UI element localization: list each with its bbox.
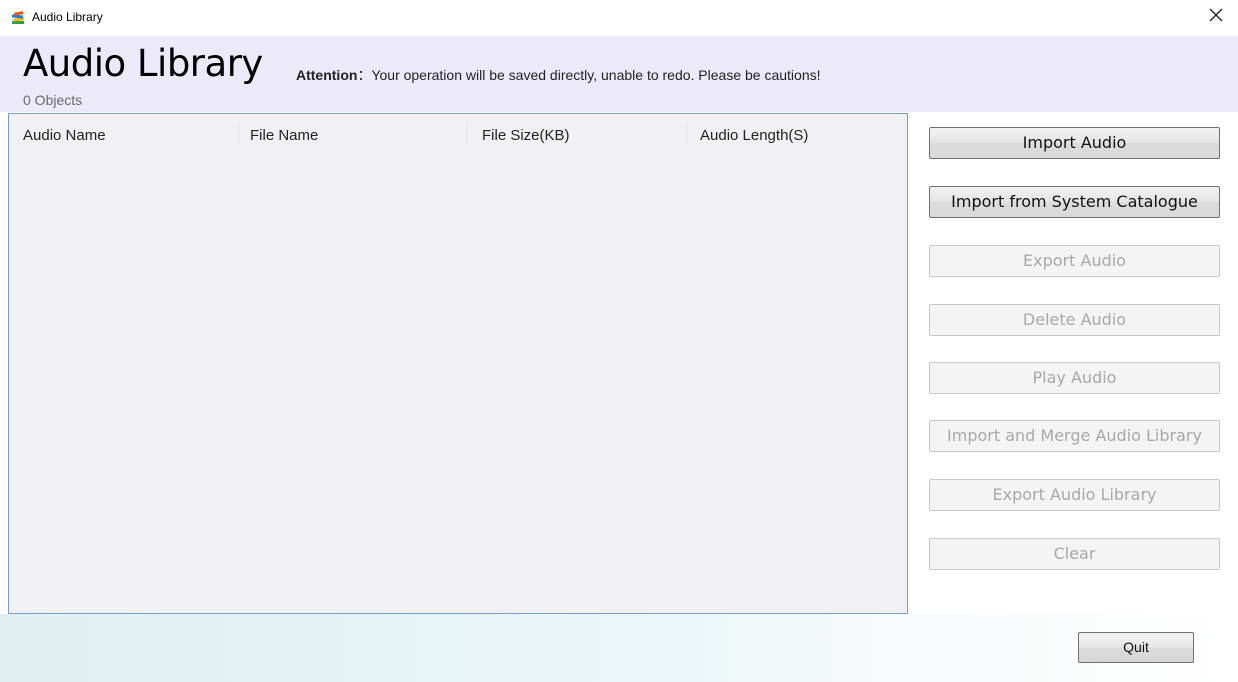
column-header-file-size[interactable]: File Size(KB) [482, 126, 570, 146]
import-from-system-catalogue-button[interactable]: Import from System Catalogue [929, 186, 1220, 218]
window-title: Audio Library [32, 10, 103, 24]
column-separator[interactable] [466, 123, 467, 145]
column-header-audio-name[interactable]: Audio Name [23, 126, 106, 146]
column-header-audio-length[interactable]: Audio Length(S) [700, 126, 808, 146]
import-audio-button[interactable]: Import Audio [929, 127, 1220, 159]
column-separator[interactable] [238, 123, 239, 145]
attention-separator: ： [357, 67, 372, 83]
footer-bar: Quit [0, 614, 1238, 682]
close-icon [1209, 8, 1223, 27]
audio-library-window: Audio Library Audio Library 0 Objects At… [0, 0, 1238, 682]
column-separator[interactable] [686, 123, 687, 145]
object-count: 0 Objects [23, 92, 83, 108]
column-header-file-name[interactable]: File Name [250, 126, 318, 146]
audio-list[interactable]: Audio Name File Name File Size(KB) Audio… [8, 113, 908, 614]
import-and-merge-audio-library-button[interactable]: Import and Merge Audio Library [929, 420, 1220, 452]
clear-button[interactable]: Clear [929, 538, 1220, 570]
close-button[interactable] [1202, 4, 1230, 30]
export-audio-button[interactable]: Export Audio [929, 245, 1220, 277]
export-audio-library-button[interactable]: Export Audio Library [929, 479, 1220, 511]
quit-button[interactable]: Quit [1078, 632, 1194, 663]
attention-text: Your operation will be saved directly, u… [371, 67, 821, 83]
header-band: Audio Library 0 Objects Attention：Your o… [0, 36, 1238, 112]
stacked-books-icon [10, 10, 26, 26]
attention-label: Attention [296, 67, 358, 83]
delete-audio-button[interactable]: Delete Audio [929, 304, 1220, 336]
page-title: Audio Library [23, 42, 263, 85]
attention-notice: Attention：Your operation will be saved d… [296, 66, 821, 84]
title-bar: Audio Library [0, 0, 1238, 36]
play-audio-button[interactable]: Play Audio [929, 362, 1220, 394]
